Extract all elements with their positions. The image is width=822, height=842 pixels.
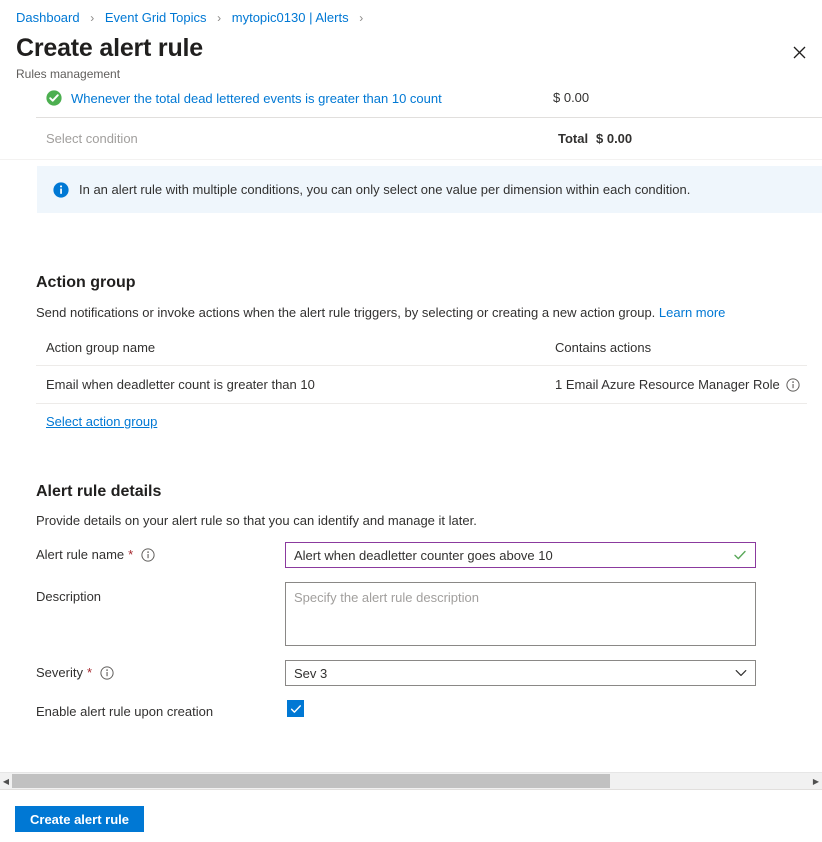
chevron-down-icon — [735, 667, 747, 679]
breadcrumb-item-event-grid-topics[interactable]: Event Grid Topics — [105, 10, 207, 25]
alert-rule-name-label: Alert rule name * — [36, 546, 155, 563]
total-value: $ 0.00 — [596, 131, 632, 146]
action-group-description: Send notifications or invoke actions whe… — [36, 304, 725, 321]
breadcrumb-chevron-icon: › — [359, 11, 363, 25]
section-divider — [0, 159, 822, 160]
description-textarea[interactable]: Specify the alert rule description — [285, 582, 756, 646]
page-subtitle: Rules management — [16, 67, 120, 82]
horizontal-scrollbar[interactable]: ◀ ▶ — [0, 772, 822, 789]
severity-value: Sev 3 — [294, 666, 327, 681]
select-condition-link[interactable]: Select condition — [46, 131, 138, 146]
info-outline-icon[interactable] — [100, 666, 114, 680]
breadcrumb: Dashboard › Event Grid Topics › mytopic0… — [16, 10, 370, 26]
table-row: Email when deadletter count is greater t… — [46, 377, 315, 392]
valid-check-icon — [733, 548, 747, 562]
alert-rule-name-input[interactable]: Alert when deadletter counter goes above… — [285, 542, 756, 568]
table-header-action-group-name: Action group name — [46, 340, 155, 355]
description-label-text: Description — [36, 588, 101, 605]
info-banner: In an alert rule with multiple condition… — [37, 166, 822, 213]
description-label: Description — [36, 588, 101, 605]
info-outline-icon[interactable] — [141, 548, 155, 562]
severity-label: Severity * — [36, 664, 114, 681]
alert-rule-details-heading: Alert rule details — [36, 481, 161, 502]
info-icon — [53, 182, 69, 198]
breadcrumb-item-dashboard[interactable]: Dashboard — [16, 10, 80, 25]
info-banner-text: In an alert rule with multiple condition… — [79, 181, 690, 198]
scrollbar-thumb[interactable] — [12, 774, 610, 788]
alert-rule-details-description: Provide details on your alert rule so th… — [36, 512, 477, 529]
breadcrumb-chevron-icon: › — [217, 11, 221, 25]
action-group-heading: Action group — [36, 272, 136, 293]
severity-select[interactable]: Sev 3 — [285, 660, 756, 686]
footer-divider — [0, 789, 822, 790]
alert-rule-name-label-text: Alert rule name — [36, 546, 124, 563]
close-icon — [793, 46, 806, 59]
select-action-group-link[interactable]: Select action group — [46, 414, 157, 429]
condition-divider — [36, 117, 822, 118]
condition-summary-row[interactable]: Whenever the total dead lettered events … — [46, 87, 812, 109]
condition-summary-label[interactable]: Whenever the total dead lettered events … — [71, 90, 442, 107]
description-placeholder: Specify the alert rule description — [294, 590, 479, 605]
scroll-right-arrow-icon[interactable]: ▶ — [810, 773, 822, 789]
learn-more-link[interactable]: Learn more — [659, 305, 725, 320]
action-group-description-text: Send notifications or invoke actions whe… — [36, 305, 655, 320]
enable-alert-rule-checkbox[interactable] — [287, 700, 304, 717]
success-check-icon — [46, 90, 62, 106]
table-divider-top — [36, 365, 807, 366]
table-header-contains-actions: Contains actions — [555, 340, 651, 355]
contains-actions-value: 1 Email Azure Resource Manager Role — [555, 377, 780, 392]
condition-cost: $ 0.00 — [553, 90, 589, 105]
total-label: Total — [558, 131, 588, 146]
scroll-left-arrow-icon[interactable]: ◀ — [0, 773, 12, 789]
breadcrumb-item-mytopic-alerts[interactable]: mytopic0130 | Alerts — [232, 10, 349, 25]
breadcrumb-chevron-icon: › — [90, 11, 94, 25]
required-marker: * — [128, 546, 133, 563]
enable-alert-rule-label: Enable alert rule upon creation — [36, 703, 213, 720]
page-title: Create alert rule — [16, 33, 203, 63]
create-alert-rule-button[interactable]: Create alert rule — [15, 806, 144, 832]
table-cell-contains-actions: 1 Email Azure Resource Manager Role — [555, 377, 800, 392]
alert-rule-name-value: Alert when deadletter counter goes above… — [294, 548, 553, 563]
table-divider-bottom — [36, 403, 807, 404]
required-marker: * — [87, 664, 92, 681]
checkmark-icon — [290, 703, 302, 715]
severity-label-text: Severity — [36, 664, 83, 681]
info-outline-icon[interactable] — [786, 378, 800, 392]
close-button[interactable] — [784, 38, 814, 66]
